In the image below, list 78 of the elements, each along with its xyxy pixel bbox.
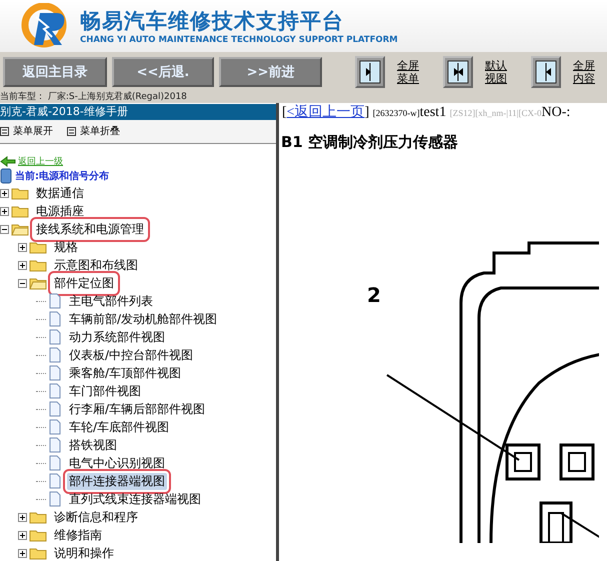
expand-icon[interactable]	[0, 188, 9, 198]
folder-icon	[29, 258, 47, 272]
tree-item[interactable]: 电源插座	[34, 202, 86, 220]
bracket: ]	[364, 105, 370, 120]
bracket: [	[282, 105, 287, 120]
tree-item[interactable]: 部件连接器端视图	[67, 472, 167, 490]
document-icon	[48, 401, 62, 417]
layout-icon[interactable]	[443, 56, 473, 88]
document-icon	[48, 365, 62, 381]
document-icon	[48, 311, 62, 327]
tree-item[interactable]: 示意图和布线图	[52, 256, 140, 274]
tree-item[interactable]: 仪表板/中控台部件视图	[67, 346, 196, 364]
current-section: 当前:电源和信号分布	[15, 169, 109, 183]
tree-item[interactable]: 搭铁视图	[67, 436, 119, 454]
document-icon	[48, 293, 62, 309]
document-codes: [ZS12][xh_nm-|11|[CX-0	[450, 108, 542, 118]
list-icon	[0, 126, 9, 136]
document-icon	[48, 473, 62, 489]
expand-icon[interactable]	[18, 530, 27, 540]
folder-icon	[11, 186, 29, 200]
manual-title-bar: 别克-君威-2018-维修手册	[0, 104, 276, 120]
document-icon	[48, 347, 62, 363]
tree-item[interactable]: 行李厢/车辆后部部件视图	[67, 400, 208, 418]
collapse-icon[interactable]	[0, 224, 9, 234]
expand-all-button[interactable]: 菜单展开	[13, 124, 53, 138]
folder-icon	[29, 240, 47, 254]
document-icon	[48, 329, 62, 345]
document-id: [2632370-w]	[372, 108, 420, 118]
tree-item[interactable]: 数据通信	[34, 184, 86, 202]
expand-icon[interactable]	[18, 242, 27, 252]
document-icon	[48, 491, 62, 507]
document-number: NO-:	[541, 105, 570, 120]
site-title: 畅易汽车维修技术支持平台	[80, 8, 345, 35]
tree-item[interactable]: 车辆前部/发动机舱部件视图	[67, 310, 220, 328]
tree-item[interactable]: 说明和操作	[52, 544, 116, 561]
view-link[interactable]: 默认视图	[485, 59, 513, 85]
site-subtitle: CHANG YI AUTO MAINTENANCE TECHNOLOGY SUPPORT PLATFORM	[80, 35, 398, 45]
tree-item[interactable]: 车轮/车底部件视图	[67, 418, 172, 436]
view-link[interactable]: 全屏菜单	[397, 59, 425, 85]
back-link[interactable]: 返回上一级	[18, 155, 63, 168]
folder-icon	[29, 276, 47, 290]
vehicle-info: 当前车型： 厂家:S-上海别克君威(Regal)2018	[0, 92, 188, 103]
expand-icon[interactable]	[0, 206, 9, 216]
document-icon	[48, 455, 62, 471]
test-label: test1	[420, 105, 446, 120]
back-arrow-icon	[0, 156, 16, 167]
nav-button[interactable]: >>前进	[219, 57, 322, 87]
folder-icon	[29, 546, 47, 560]
folder-icon	[29, 510, 47, 524]
layout-icon[interactable]	[531, 56, 561, 88]
tree-item[interactable]: 车门部件视图	[67, 382, 143, 400]
nav-button[interactable]: 返回主目录	[3, 57, 107, 87]
collapse-all-button[interactable]: 菜单折叠	[80, 124, 120, 138]
section-heading: B1 空调制冷剂压力传感器	[281, 133, 460, 152]
collapse-icon[interactable]	[18, 278, 27, 288]
document-icon	[48, 437, 62, 453]
tree-item[interactable]: 诊断信息和程序	[52, 508, 140, 526]
tree-item[interactable]: 维修指南	[52, 526, 104, 544]
folder-icon	[29, 528, 47, 542]
tree-item[interactable]: 主电气部件列表	[67, 292, 155, 310]
tree-item[interactable]: 乘客舱/车顶部件视图	[67, 364, 184, 382]
expand-icon[interactable]	[18, 260, 27, 270]
back-page-link[interactable]: <返回上一页	[286, 105, 365, 120]
callout-number: 2	[367, 283, 381, 307]
tree-item[interactable]: 动力系统部件视图	[67, 328, 167, 346]
nav-button[interactable]: <<后退.	[112, 57, 214, 87]
folder-icon	[11, 204, 29, 218]
tree-item[interactable]: 规格	[52, 238, 80, 256]
list-icon	[67, 126, 76, 136]
document-icon	[48, 383, 62, 399]
document-icon	[48, 419, 62, 435]
layout-icon[interactable]	[355, 56, 385, 88]
folder-icon	[11, 222, 29, 236]
expand-icon[interactable]	[18, 548, 27, 558]
tree-item[interactable]: 电气中心识别视图	[67, 454, 167, 472]
tree-item[interactable]: 直列式线束连接器端视图	[67, 490, 203, 508]
view-link[interactable]: 全屏内容	[573, 59, 601, 85]
expand-icon[interactable]	[18, 512, 27, 522]
